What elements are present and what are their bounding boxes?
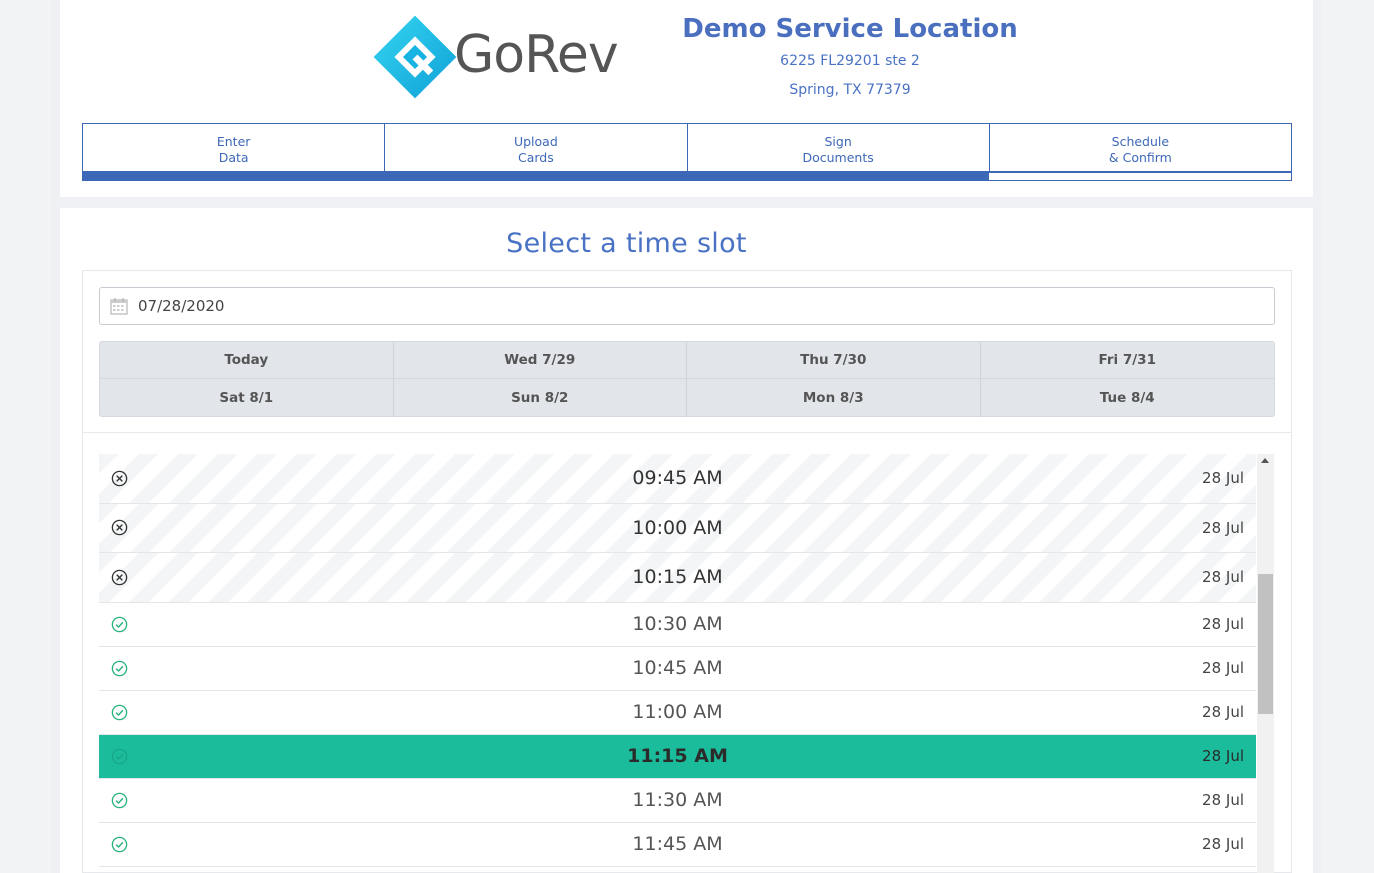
calendar-icon: [110, 298, 128, 315]
slot-date: 28 Jul: [1202, 747, 1244, 765]
scrollbar[interactable]: [1257, 454, 1274, 873]
step-sign-documents[interactable]: Sign Documents: [686, 123, 989, 172]
slot-date: 28 Jul: [1202, 835, 1244, 853]
day-button-mon[interactable]: Mon 8/3: [687, 379, 981, 417]
day-button-thu[interactable]: Thu 7/30: [687, 342, 981, 379]
day-button-sun[interactable]: Sun 8/2: [394, 379, 687, 417]
step-enter-data[interactable]: Enter Data: [82, 123, 385, 172]
step-label: Sign Documents: [802, 134, 874, 165]
day-selector: Today Wed 7/29 Thu 7/30 Fri 7/31 Sat 8/1…: [99, 341, 1275, 417]
day-button-today[interactable]: Today: [100, 342, 394, 379]
date-input[interactable]: [138, 297, 538, 315]
gorev-logo[interactable]: GoRev: [372, 14, 642, 100]
slot-time: 10:00 AM: [632, 516, 723, 539]
slot-time: 11:00 AM: [632, 701, 723, 723]
step-label: Upload Cards: [513, 134, 558, 165]
step-label: Schedule & Confirm: [1108, 134, 1172, 165]
time-slot: 09:45 AM 28 Jul: [99, 454, 1256, 504]
page-title: Select a time slot: [506, 228, 747, 259]
logo-text: GoRev: [454, 25, 619, 85]
progress-bar: [82, 172, 1292, 181]
time-slot: 10:00 AM 28 Jul: [99, 503, 1256, 553]
day-button-wed[interactable]: Wed 7/29: [393, 342, 687, 379]
gorev-logo-icon: [373, 15, 457, 99]
time-slot[interactable]: 11:30 AM 28 Jul: [99, 778, 1256, 823]
scroll-thumb[interactable]: [1258, 574, 1273, 714]
location-name: Demo Service Location: [682, 14, 1018, 44]
slot-date: 28 Jul: [1202, 703, 1244, 721]
step-upload-cards[interactable]: Upload Cards: [384, 123, 687, 172]
day-button-tue[interactable]: Tue 8/4: [981, 379, 1275, 417]
slot-time: 11:45 AM: [632, 833, 723, 855]
slot-time: 10:30 AM: [632, 613, 723, 635]
divider: [82, 432, 1292, 433]
date-picker[interactable]: [99, 287, 1275, 325]
slot-date: 28 Jul: [1202, 791, 1244, 809]
slot-date: 28 Jul: [1202, 469, 1244, 488]
time-slot[interactable]: 11:00 AM 28 Jul: [99, 690, 1256, 735]
address-line-2: Spring, TX 77379: [789, 82, 911, 98]
slot-date: 28 Jul: [1202, 659, 1244, 677]
slot-time: 11:30 AM: [632, 789, 723, 811]
time-slot[interactable]: 10:45 AM 28 Jul: [99, 646, 1256, 691]
address-line-1: 6225 FL29201 ste 2: [780, 53, 920, 69]
time-slot: 10:15 AM 28 Jul: [99, 553, 1256, 603]
progress-fill: [83, 173, 989, 180]
scroll-up-arrow-icon[interactable]: [1261, 458, 1269, 463]
time-slot-selected[interactable]: 11:15 AM 28 Jul: [99, 734, 1256, 779]
slot-time: 09:45 AM: [632, 467, 723, 490]
slot-time: 11:15 AM: [627, 745, 728, 767]
slot-time: 10:45 AM: [632, 657, 723, 679]
slot-time: 10:15 AM: [632, 566, 723, 589]
time-slot-list: 09:45 AM 28 Jul 10:00 AM 28 Jul 10:15 AM 28 J…: [99, 454, 1256, 873]
time-slot[interactable]: 10:30 AM 28 Jul: [99, 602, 1256, 647]
day-button-sat[interactable]: Sat 8/1: [100, 379, 394, 417]
step-label: Enter Data: [216, 134, 251, 165]
day-button-fri[interactable]: Fri 7/31: [980, 342, 1274, 379]
slot-date: 28 Jul: [1202, 568, 1244, 587]
slot-date: 28 Jul: [1202, 615, 1244, 633]
time-slot[interactable]: 11:45 AM 28 Jul: [99, 822, 1256, 867]
step-schedule-confirm[interactable]: Schedule & Confirm: [988, 123, 1292, 172]
slot-date: 28 Jul: [1202, 518, 1244, 537]
